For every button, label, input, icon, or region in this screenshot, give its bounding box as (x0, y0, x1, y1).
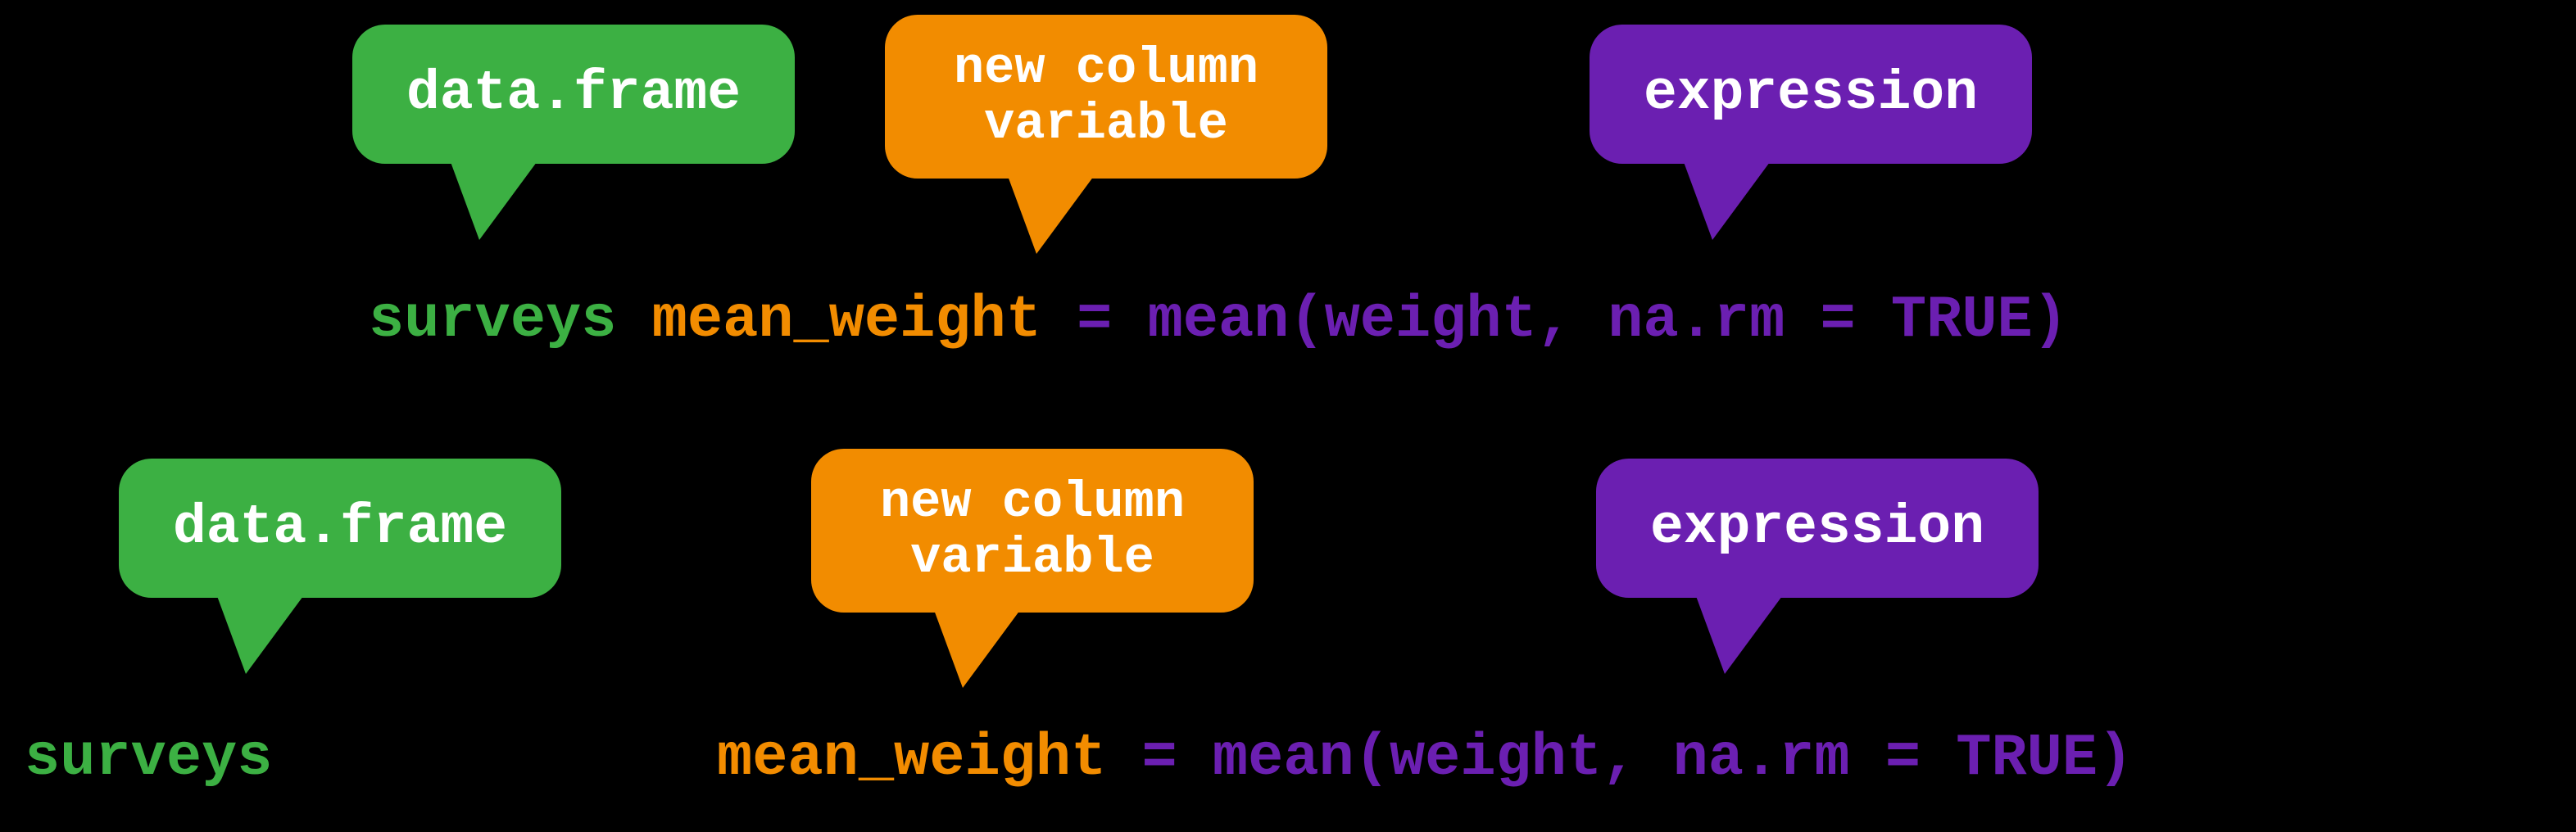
bubble-newcol-2-tail (934, 610, 1020, 688)
code2-equals: = (1106, 725, 1213, 792)
code2-meanweight: mean_weight (717, 725, 1106, 792)
bubble-expression-2-label: expression (1650, 498, 1984, 559)
bubble-newcol-1-label: new column variable (954, 41, 1259, 152)
bubble-dataframe-1-label: data.frame (406, 64, 741, 125)
bubble-newcol-1: new column variable (885, 15, 1327, 179)
code-row-1: surveys mean_weight = mean(weight, na.rm… (369, 287, 2068, 354)
bubble-dataframe-1: data.frame (352, 25, 795, 164)
code1-surveys: surveys (369, 287, 652, 354)
bubble-expression-2: expression (1596, 459, 2039, 598)
code1-meanweight: mean_weight (652, 287, 1041, 354)
bubble-expression-2-tail (1696, 596, 1782, 674)
code-row-2-rest: mean_weight = mean(weight, na.rm = TRUE) (717, 725, 2133, 792)
bubble-expression-1: expression (1590, 25, 2032, 164)
bubble-newcol-2-label: new column variable (880, 475, 1185, 586)
bubble-dataframe-2-label: data.frame (173, 498, 507, 559)
bubble-dataframe-2-tail (217, 596, 303, 674)
code1-expr: mean(weight, na.rm = TRUE) (1148, 287, 2068, 354)
bubble-expression-1-label: expression (1644, 64, 1978, 125)
bubble-newcol-1-tail (1008, 176, 1094, 254)
bubble-dataframe-1-tail (451, 162, 537, 240)
bubble-newcol-2: new column variable (811, 449, 1254, 613)
code-row-2-surveys: surveys (25, 725, 272, 792)
bubble-dataframe-2: data.frame (119, 459, 561, 598)
code2-surveys: surveys (25, 725, 272, 792)
bubble-expression-1-tail (1684, 162, 1770, 240)
code2-expr: mean(weight, na.rm = TRUE) (1213, 725, 2133, 792)
code1-equals: = (1041, 287, 1148, 354)
